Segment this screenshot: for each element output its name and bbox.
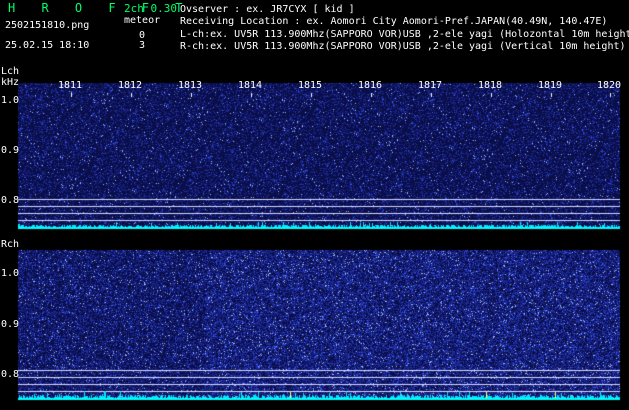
freq-tick-rch: 1.0 xyxy=(1,268,20,279)
lch-label: Lch xyxy=(1,66,20,77)
freq-tick-rch: 0.8 xyxy=(1,369,20,380)
time-tick-1819: 1819 xyxy=(538,80,563,91)
version-label: 2ch 0.30 xyxy=(124,2,177,15)
observer-line: Ovserver : ex. JR7CYX [ kid ] xyxy=(180,4,355,15)
freq-tick-lch: 1.0 xyxy=(1,95,20,106)
freq-tick-rch: 0.9 xyxy=(1,319,20,330)
time-tick-1812: 1812 xyxy=(118,80,143,91)
time-tick-1817: 1817 xyxy=(418,80,443,91)
time-tick-1818: 1818 xyxy=(478,80,503,91)
time-tick-1814: 1814 xyxy=(238,80,263,91)
meteor-count-rch: 3 xyxy=(139,40,146,51)
rch-config-line: R-ch:ex. UV5R 113.900Mhz(SAPPORO VOR)USB… xyxy=(180,41,626,52)
time-tick-1820: 1820 xyxy=(597,80,622,91)
freq-tick-lch: 0.8 xyxy=(1,195,20,206)
filename-label: 2502151810.png xyxy=(5,20,90,31)
rch-label: Rch xyxy=(1,239,20,250)
location-line: Receiving Location : ex. Aomori City Aom… xyxy=(180,16,608,27)
lch-config-line: L-ch:ex. UV5R 113.900Mhz(SAPPORO VOR)USB… xyxy=(180,29,629,40)
time-tick-1816: 1816 xyxy=(358,80,383,91)
datetime-label: 25.02.15 18:10 xyxy=(5,40,90,51)
spectrogram-canvas xyxy=(0,0,629,410)
time-tick-1811: 1811 xyxy=(58,80,83,91)
meteor-label: meteor xyxy=(124,15,161,26)
time-tick-1815: 1815 xyxy=(298,80,323,91)
khz-label: kHz xyxy=(1,77,20,88)
time-tick-1813: 1813 xyxy=(178,80,203,91)
freq-tick-lch: 0.9 xyxy=(1,145,20,156)
